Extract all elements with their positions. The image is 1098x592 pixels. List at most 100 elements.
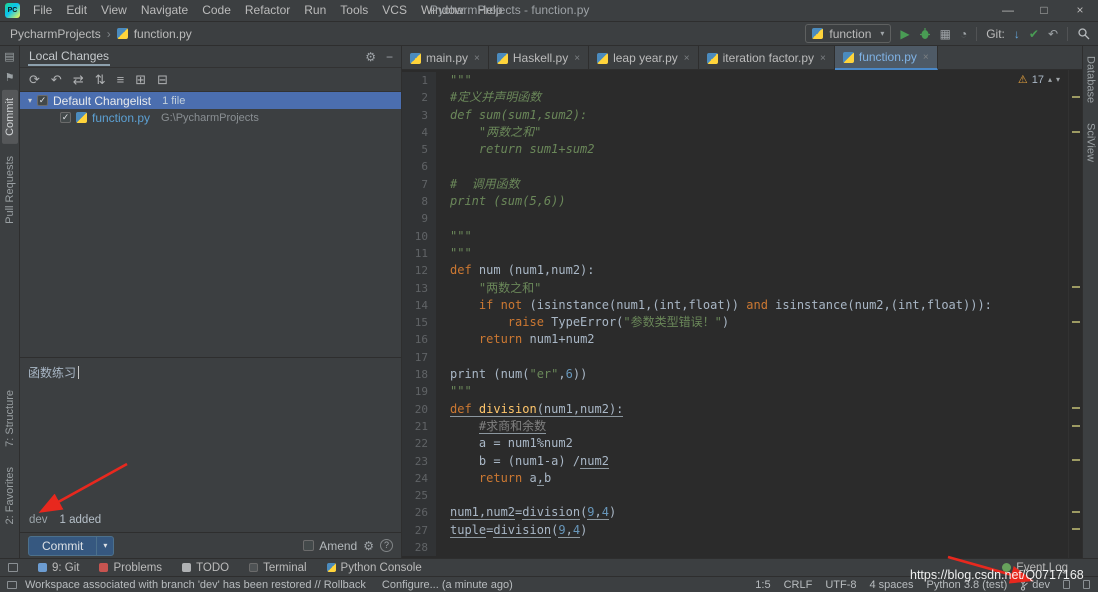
hide-panel-icon[interactable]: − [386, 50, 393, 64]
tool-window-button-todo[interactable]: TODO [182, 562, 229, 574]
line-separator[interactable]: CRLF [784, 579, 813, 591]
line-number: 5 [402, 141, 436, 158]
stripe-button-pull-requests[interactable]: Pull Requests [2, 148, 18, 232]
scroll-mark [1072, 321, 1080, 323]
editor-tab-leap-year.py[interactable]: leap year.py× [589, 46, 699, 70]
editor-scrollbar[interactable] [1068, 70, 1082, 558]
breadcrumb-file[interactable]: function.py [134, 27, 192, 41]
vcs-commit-button[interactable]: ✔ [1029, 28, 1039, 40]
editor-tab-iteration-factor.py[interactable]: iteration factor.py× [699, 46, 835, 70]
minimize-button[interactable]: — [990, 0, 1026, 21]
watermark: https://blog.csdn.net/Q0717168 [910, 568, 1084, 582]
line-number: 19 [402, 383, 436, 400]
close-tab-icon[interactable]: × [474, 53, 480, 64]
help-icon[interactable]: ? [380, 539, 393, 552]
window-icon[interactable] [7, 581, 17, 589]
profiler-button[interactable]: ◔ [960, 28, 967, 40]
tab-label: Haskell.py [513, 51, 568, 65]
menu-view[interactable]: View [94, 0, 134, 21]
line-number: 25 [402, 487, 436, 504]
close-tab-icon[interactable]: × [574, 53, 580, 64]
notifications-icon[interactable] [1083, 580, 1090, 589]
menu-file[interactable]: File [26, 0, 59, 21]
tool-window-label: 9: Git [52, 562, 79, 574]
python-icon [327, 563, 336, 572]
bookmarks-stripe-icon[interactable]: ⚑ [5, 67, 15, 88]
expand-all-icon[interactable]: ⊞ [135, 72, 146, 88]
changelist-checkbox[interactable]: ✓ [37, 95, 48, 106]
tool-window-button-terminal[interactable]: Terminal [249, 562, 306, 574]
debug-button[interactable] [919, 27, 931, 40]
changelist-row[interactable]: ▾ ✓ Default Changelist 1 file [20, 92, 401, 109]
code-line: 16 return num1+num2 [402, 331, 1068, 348]
file-encoding[interactable]: UTF-8 [825, 579, 856, 591]
code-line: 11""" [402, 245, 1068, 262]
editor-tab-function.py[interactable]: function.py× [835, 46, 938, 70]
code-text [436, 539, 450, 556]
tree-expand-icon[interactable]: ▾ [28, 96, 32, 105]
breadcrumb-project[interactable]: PycharmProjects [10, 27, 101, 41]
stripe-button-database[interactable]: Database [1084, 48, 1098, 111]
menu-tools[interactable]: Tools [333, 0, 375, 21]
commit-message-input[interactable]: 函数练习 [20, 357, 401, 508]
gear-icon[interactable]: ⚙ [363, 539, 374, 553]
next-warning-button[interactable]: ▾ [1056, 75, 1060, 84]
run-config-selector[interactable]: function ▾ [805, 24, 891, 43]
code-line: 8print (sum(5,6)) [402, 193, 1068, 210]
editor-tab-haskell.py[interactable]: Haskell.py × [489, 46, 589, 70]
caret-position[interactable]: 1:5 [755, 579, 770, 591]
code-editor[interactable]: 1"""2#定义并声明函数3def sum(sum1,sum2):4 "两数之和… [402, 70, 1068, 558]
tab-local-changes[interactable]: Local Changes [28, 47, 110, 66]
tool-window-button-python[interactable]: Python Console [327, 562, 422, 574]
stripe-button-commit[interactable]: Commit [2, 90, 18, 144]
file-row[interactable]: ✓ function.py G:\PycharmProjects [20, 109, 401, 126]
changes-toolbar: ⟳ ↶ ⇄ ⇅ ≡ ⊞ ⊟ [20, 68, 401, 92]
run-config-name: function [829, 27, 871, 41]
menu-refactor[interactable]: Refactor [238, 0, 297, 21]
configure-link[interactable]: Configure... (a minute ago) [382, 579, 513, 591]
vcs-update-button[interactable]: ↓ [1014, 28, 1020, 40]
stripe-button-7-structure[interactable]: 7: Structure [2, 382, 18, 455]
menu-run[interactable]: Run [297, 0, 333, 21]
code-text: print (sum(5,6)) [436, 193, 566, 210]
tool-window-switcher-icon[interactable] [8, 563, 18, 572]
menu-navigate[interactable]: Navigate [134, 0, 195, 21]
stripe-button-2-favorites[interactable]: 2: Favorites [2, 459, 18, 532]
coverage-button[interactable]: ▦ [940, 28, 951, 40]
tool-window-button-problems[interactable]: Problems [99, 562, 162, 574]
code-line: 25 [402, 487, 1068, 504]
main-toolbar: PycharmProjects › function.py function ▾… [0, 22, 1098, 46]
close-tab-icon[interactable]: × [820, 53, 826, 64]
show-diff-icon[interactable]: ⇄ [73, 72, 84, 88]
menu-edit[interactable]: Edit [59, 0, 94, 21]
right-tool-stripe: Database SciView [1082, 46, 1098, 558]
project-stripe-icon[interactable]: ▤ [4, 46, 14, 67]
code-text [436, 349, 450, 366]
menu-vcs[interactable]: VCS [375, 0, 414, 21]
collapse-all-icon[interactable]: ⊟ [157, 72, 168, 88]
close-tab-icon[interactable]: × [684, 53, 690, 64]
indent-setting[interactable]: 4 spaces [870, 579, 914, 591]
code-text: "两数之和" [436, 124, 541, 141]
tool-window-button-git[interactable]: 9: Git [38, 562, 79, 574]
shelve-icon[interactable]: ⇅ [95, 72, 106, 88]
close-tab-icon[interactable]: × [923, 52, 929, 63]
file-checkbox[interactable]: ✓ [60, 112, 71, 123]
refresh-icon[interactable]: ⟳ [29, 72, 40, 88]
commit-button[interactable]: Commit [28, 536, 97, 556]
search-button[interactable] [1077, 27, 1090, 40]
rollback-icon[interactable]: ↶ [51, 72, 62, 88]
amend-checkbox[interactable] [303, 540, 314, 551]
stripe-button-sciview[interactable]: SciView [1084, 115, 1098, 170]
close-button[interactable]: × [1062, 0, 1098, 21]
prev-warning-button[interactable]: ▴ [1048, 75, 1052, 84]
editor-tab-main.py[interactable]: main.py× [402, 46, 489, 70]
menu-code[interactable]: Code [195, 0, 238, 21]
commit-options-button[interactable]: ▾ [96, 536, 114, 556]
code-text: return a,b [436, 470, 551, 487]
group-by-icon[interactable]: ≡ [117, 72, 125, 87]
run-button[interactable]: ▶ [900, 28, 909, 40]
vcs-rollback-button[interactable]: ↶ [1048, 28, 1058, 40]
maximize-button[interactable]: □ [1026, 0, 1062, 21]
gear-icon[interactable]: ⚙ [365, 50, 376, 64]
